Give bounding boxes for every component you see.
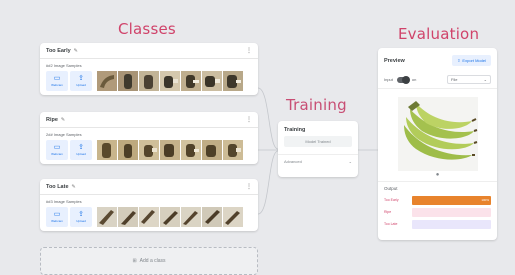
output-class-name: Too Late — [384, 222, 398, 226]
upload-button[interactable]: ⇪ Upload — [70, 71, 92, 91]
confidence-bar — [412, 207, 491, 217]
confidence-percent: 100% — [481, 197, 489, 202]
export-icon: ⇧ — [457, 58, 461, 63]
sample-count: ##2 Image Samples — [46, 63, 82, 68]
input-state: on — [411, 77, 417, 82]
export-model-button[interactable]: ⇧ Export Model — [452, 55, 491, 66]
upload-button[interactable]: ⇪ Upload — [70, 207, 92, 227]
sample-count: 2## Image Samples — [46, 132, 82, 137]
output-list: Too Early 100% Ripe Too Late — [384, 195, 491, 229]
chevron-down-icon: ⌄ — [483, 77, 487, 82]
class-card-too-late: Too Late ✎ ⋮ ##3 Image Samples ▭ Webcam … — [40, 179, 258, 231]
sample-thumbnail[interactable] — [118, 207, 138, 227]
sample-count: ##3 Image Samples — [46, 199, 82, 204]
advanced-toggle[interactable]: Advanced ⌄ — [278, 154, 358, 168]
sample-thumbnail[interactable] — [139, 140, 159, 160]
preview-title: Preview — [384, 57, 405, 64]
sample-thumbnail[interactable] — [97, 140, 117, 160]
more-menu-icon[interactable]: ⋮ — [246, 116, 252, 123]
sample-thumbnail[interactable] — [181, 140, 201, 160]
webcam-icon: ▭ — [53, 75, 61, 82]
sample-thumbnail[interactable] — [139, 207, 159, 227]
class-card-too-early: Too Early ✎ ⋮ ##2 Image Samples ▭ Webcam… — [40, 43, 258, 95]
sample-thumbnail[interactable] — [202, 71, 222, 91]
pencil-icon[interactable]: ✎ — [74, 48, 78, 54]
sample-thumbnail[interactable] — [181, 71, 201, 91]
input-label: Input — [384, 77, 393, 82]
input-toggle[interactable] — [396, 75, 410, 84]
sample-thumbnail[interactable] — [223, 71, 243, 91]
sample-thumbnail[interactable] — [160, 71, 180, 91]
confidence-fill — [412, 195, 491, 205]
sample-thumbnail[interactable] — [181, 207, 201, 227]
more-menu-icon[interactable]: ⋮ — [246, 47, 252, 54]
class-name[interactable]: Ripe — [46, 117, 58, 123]
sample-thumbnail[interactable] — [223, 207, 243, 227]
webcam-icon: ▭ — [53, 211, 61, 218]
class-card-ripe: Ripe ✎ ⋮ 2## Image Samples ▭ Webcam ⇪ Up… — [40, 112, 258, 164]
sample-thumbnail[interactable] — [139, 71, 159, 91]
sample-thumbnail[interactable] — [118, 140, 138, 160]
output-class-name: Too Early — [384, 198, 399, 202]
upload-icon: ⇪ — [78, 75, 84, 82]
more-menu-icon[interactable]: ⋮ — [246, 183, 252, 190]
train-model-button[interactable]: Model Trained — [284, 136, 352, 147]
sample-thumbnail[interactable] — [223, 140, 243, 160]
webcam-icon: ▭ — [53, 144, 61, 151]
confidence-bar — [412, 219, 491, 229]
upload-button[interactable]: ⇪ Upload — [70, 140, 92, 160]
webcam-button[interactable]: ▭ Webcam — [46, 140, 68, 160]
pencil-icon[interactable]: ✎ — [72, 184, 76, 190]
add-class-button[interactable]: ⊞ Add a class — [40, 247, 258, 275]
confidence-bar: 100% — [412, 195, 491, 205]
preview-card: Preview ⇧ Export Model Input on File ⌄ ●… — [378, 48, 497, 240]
output-label: Output — [384, 186, 398, 191]
sample-thumbnail[interactable] — [97, 207, 117, 227]
class-name[interactable]: Too Early — [46, 48, 71, 54]
class-name[interactable]: Too Late — [46, 184, 69, 190]
add-class-icon: ⊞ — [132, 258, 137, 264]
webcam-button[interactable]: ▭ Webcam — [46, 207, 68, 227]
sample-thumbnail[interactable] — [202, 140, 222, 160]
preview-image-bananas — [397, 97, 478, 171]
output-row: Too Late — [384, 219, 491, 229]
output-row: Too Early 100% — [384, 195, 491, 205]
input-source-select[interactable]: File ⌄ — [447, 75, 491, 84]
sample-thumbnail[interactable] — [118, 71, 138, 91]
sample-thumbnail[interactable] — [202, 207, 222, 227]
chevron-down-icon: ⌄ — [348, 159, 352, 164]
capture-dot-icon[interactable]: ● — [378, 172, 497, 178]
sample-thumbnail[interactable] — [97, 71, 117, 91]
sample-thumbnails — [97, 140, 244, 160]
output-row: Ripe — [384, 207, 491, 217]
upload-icon: ⇪ — [78, 144, 84, 151]
sample-thumbnails — [97, 207, 244, 227]
webcam-button[interactable]: ▭ Webcam — [46, 71, 68, 91]
training-card: Training Model Trained Advanced ⌄ — [278, 121, 358, 177]
pencil-icon[interactable]: ✎ — [61, 117, 65, 123]
output-class-name: Ripe — [384, 210, 392, 214]
training-title: Training — [284, 127, 306, 133]
sample-thumbnails — [97, 71, 244, 91]
sample-thumbnail[interactable] — [160, 140, 180, 160]
upload-icon: ⇪ — [78, 211, 84, 218]
sample-thumbnail[interactable] — [160, 207, 180, 227]
